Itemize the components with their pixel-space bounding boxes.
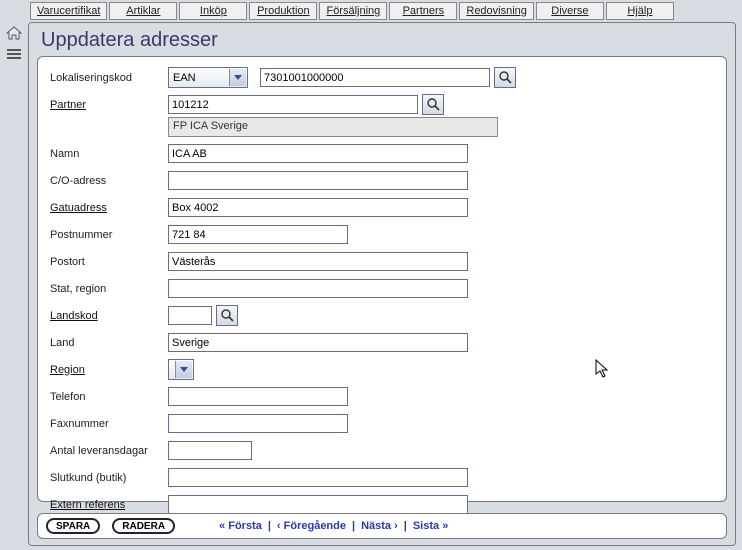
partner-input[interactable]	[168, 95, 418, 114]
label-land: Land	[50, 337, 168, 349]
label-telefon: Telefon	[50, 391, 168, 403]
lokaliseringskod-select-value: EAN	[173, 72, 196, 84]
faxnummer-input[interactable]	[168, 414, 348, 433]
leveransdagar-input[interactable]	[168, 441, 252, 460]
record-nav: « Första | ‹ Föregående | Nästa › | Sist…	[219, 520, 448, 532]
content-panel: Uppdatera adresser Lokaliseringskod EAN …	[28, 22, 736, 546]
nav-prev[interactable]: ‹ Föregående	[277, 520, 346, 532]
label-postnummer: Postnummer	[50, 229, 168, 241]
lokaliseringskod-search-button[interactable]	[494, 67, 516, 88]
postort-input[interactable]	[168, 252, 468, 271]
landskod-input[interactable]	[168, 306, 212, 325]
label-lokaliseringskod: Lokaliseringskod	[50, 72, 168, 84]
label-slutkund: Slutkund (butik)	[50, 472, 168, 484]
top-tab-bar: Varucertifikat Artiklar Inköp Produktion…	[0, 0, 742, 20]
search-icon	[427, 98, 440, 111]
telefon-input[interactable]	[168, 387, 348, 406]
save-button[interactable]: SPARA	[46, 518, 100, 534]
partner-search-button[interactable]	[422, 94, 444, 115]
page-title: Uppdatera adresser	[29, 23, 735, 54]
search-icon	[499, 71, 512, 84]
gatuadress-input[interactable]	[168, 198, 468, 217]
tab-produktion[interactable]: Produktion	[249, 2, 317, 20]
dropdown-arrow-icon	[229, 69, 246, 86]
tab-diverse[interactable]: Diverse	[536, 2, 604, 20]
namn-input[interactable]	[168, 144, 468, 163]
tab-artiklar[interactable]: Artiklar	[109, 2, 177, 20]
postnummer-input[interactable]	[168, 225, 348, 244]
dropdown-arrow-icon	[175, 361, 192, 378]
lokaliseringskod-input[interactable]	[260, 68, 490, 87]
home-icon[interactable]	[6, 26, 22, 43]
delete-button[interactable]: RADERA	[112, 518, 175, 534]
region-select[interactable]	[168, 359, 194, 380]
label-stat-region: Stat, region	[50, 283, 168, 295]
label-faxnummer: Faxnummer	[50, 418, 168, 430]
list-icon[interactable]	[7, 49, 21, 64]
co-adress-input[interactable]	[168, 171, 468, 190]
partner-name-display: FP ICA Sverige	[168, 117, 498, 137]
label-namn: Namn	[50, 148, 168, 160]
tab-varucertifikat[interactable]: Varucertifikat	[30, 2, 107, 20]
label-gatuadress[interactable]: Gatuadress	[50, 202, 168, 214]
stat-region-input[interactable]	[168, 279, 468, 298]
side-icon-bar	[0, 20, 28, 550]
tab-inkop[interactable]: Inköp	[179, 2, 247, 20]
tab-forsaljning[interactable]: Försäljning	[319, 2, 387, 20]
slutkund-input[interactable]	[168, 468, 468, 487]
label-postort: Postort	[50, 256, 168, 268]
label-partner[interactable]: Partner	[50, 99, 168, 111]
label-co-adress: C/O-adress	[50, 175, 168, 187]
label-region[interactable]: Region	[50, 364, 168, 376]
search-icon	[221, 309, 234, 322]
label-landskod[interactable]: Landskod	[50, 310, 168, 322]
nav-next[interactable]: Nästa ›	[361, 520, 398, 532]
nav-first[interactable]: « Första	[219, 520, 262, 532]
form-panel: Lokaliseringskod EAN Partner FP I	[37, 56, 727, 502]
tab-hjalp[interactable]: Hjälp	[606, 2, 674, 20]
extern-referens-input[interactable]	[168, 495, 468, 514]
tab-redovisning[interactable]: Redovisning	[459, 2, 534, 20]
tab-partners[interactable]: Partners	[389, 2, 457, 20]
footer-bar: SPARA RADERA « Första | ‹ Föregående | N…	[37, 513, 727, 539]
label-leveransdagar: Antal leveransdagar	[50, 445, 168, 457]
nav-last[interactable]: Sista »	[413, 520, 448, 532]
land-input[interactable]	[168, 333, 468, 352]
landskod-search-button[interactable]	[216, 305, 238, 326]
label-extern-referens[interactable]: Extern referens	[50, 499, 168, 511]
lokaliseringskod-select[interactable]: EAN	[168, 67, 248, 88]
